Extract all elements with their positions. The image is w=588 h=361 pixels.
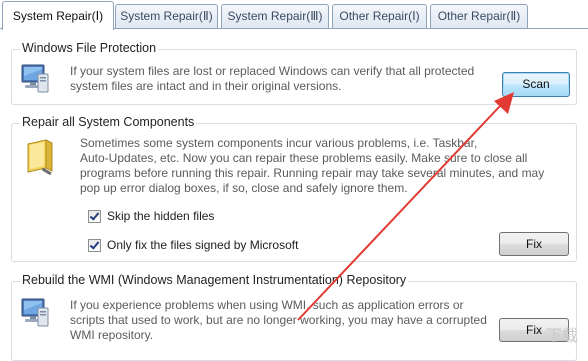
folder-icon — [27, 139, 53, 175]
only-signed-label: Only fix the files signed by Microsoft — [107, 238, 299, 252]
only-signed-checkbox[interactable]: Only fix the files signed by Microsoft — [88, 238, 298, 252]
components-desc-line-4: pop up error dialog boxes, if so, close … — [80, 181, 408, 195]
computer-icon — [21, 298, 49, 327]
components-desc-line-1: Sometimes some system components incur v… — [80, 136, 478, 150]
components-desc-line-3: programs before running this repair. Run… — [80, 166, 545, 180]
components-desc-line-2: Auto-Updates, etc. Now you can repair th… — [80, 151, 528, 165]
fix-components-button[interactable]: Fix — [499, 232, 569, 256]
group-wmi: Rebuild the WMI (Windows Management Inst… — [11, 273, 577, 361]
group-title-file-protection: Windows File Protection — [20, 41, 159, 55]
group-title-wmi: Rebuild the WMI (Windows Management Inst… — [20, 273, 409, 287]
tab-bar: System Repair(Ⅰ) System Repair(Ⅱ) System… — [0, 0, 588, 30]
tab-system-repair-2[interactable]: System Repair(Ⅱ) — [115, 4, 218, 28]
wmi-desc-line-2: scripts that used to work, but are no lo… — [70, 313, 487, 327]
checkbox-checked-icon[interactable] — [88, 238, 101, 252]
tab-system-repair-1[interactable]: System Repair(Ⅰ) — [2, 1, 114, 30]
tab-other-repair-2[interactable]: Other Repair(Ⅱ) — [430, 4, 528, 28]
scan-button[interactable]: Scan — [502, 72, 570, 97]
file-protection-desc-line-1: If your system files are lost or replace… — [70, 64, 475, 78]
wmi-desc-line-1: If you experience problems when using WM… — [70, 298, 464, 312]
skip-hidden-checkbox[interactable]: Skip the hidden files — [88, 209, 214, 223]
group-title-system-components: Repair all System Components — [20, 115, 197, 129]
computer-icon — [21, 64, 49, 93]
tab-system-repair-3[interactable]: System Repair(Ⅲ) — [221, 4, 329, 28]
file-protection-desc-line-2: system files are intact and in their ori… — [70, 79, 342, 93]
checkbox-checked-icon[interactable] — [88, 209, 101, 223]
group-system-components: Repair all System Components Sometimes s… — [11, 115, 577, 262]
tab-other-repair-1[interactable]: Other Repair(Ⅰ) — [332, 4, 427, 28]
watermark: 下载 — [545, 328, 578, 345]
skip-hidden-label: Skip the hidden files — [107, 209, 215, 223]
wmi-desc-line-3: WMI repository. — [70, 328, 154, 342]
group-file-protection: Windows File Protection If your system f… — [11, 41, 577, 105]
